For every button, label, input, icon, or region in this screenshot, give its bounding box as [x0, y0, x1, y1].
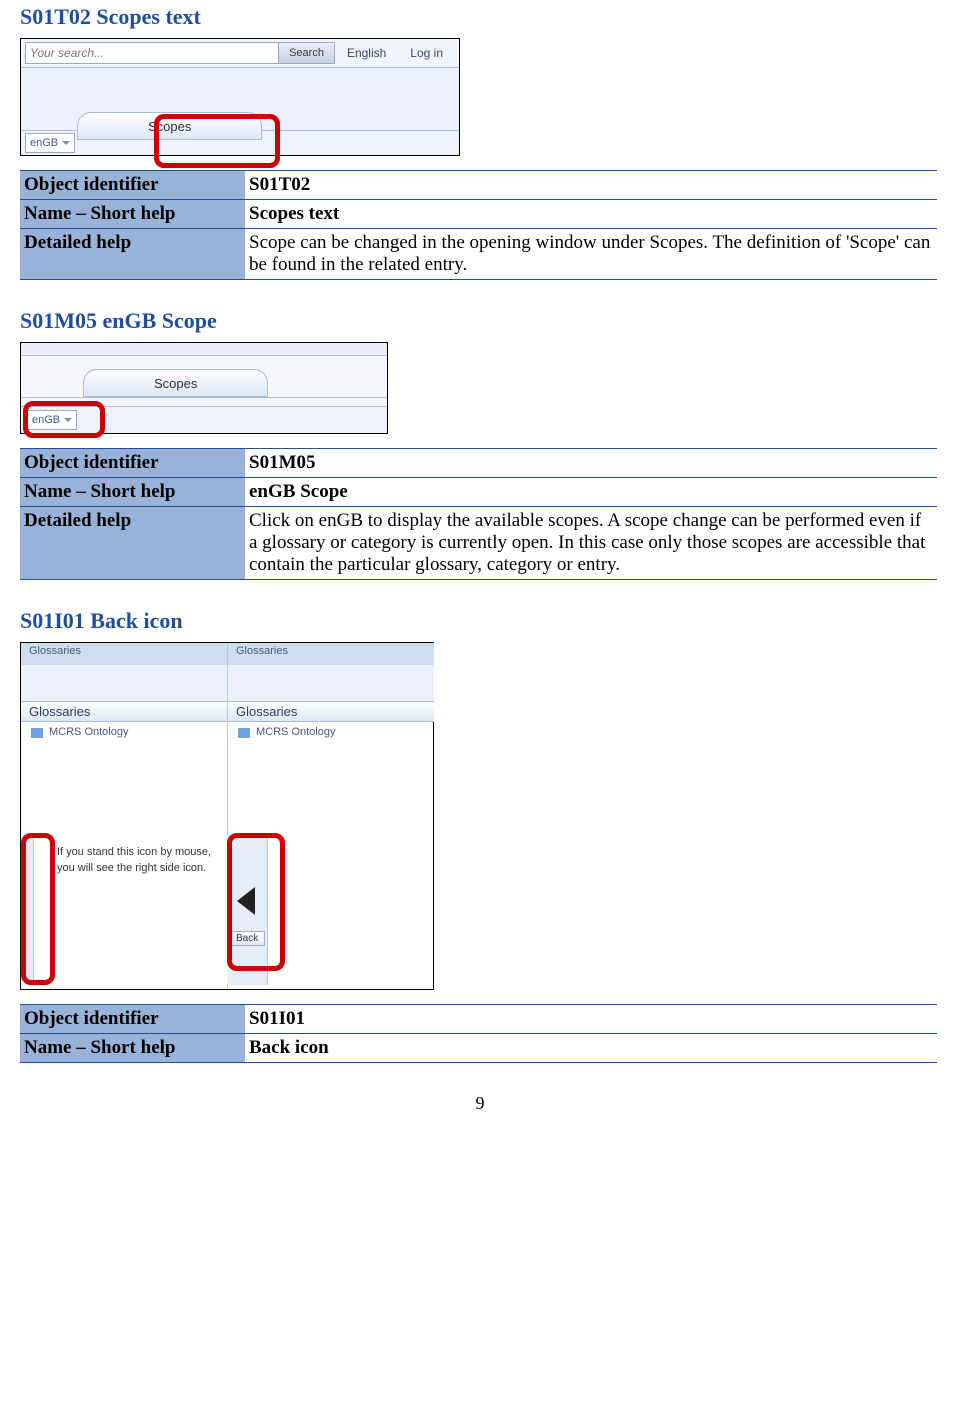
- filler: [21, 665, 227, 701]
- list-item[interactable]: MCRS Ontology: [21, 722, 227, 740]
- screenshot-1: Search English Log in Scopes enGB: [20, 38, 940, 156]
- row-key: Detailed help: [20, 507, 245, 580]
- shot1-toolbar: Search English Log in: [21, 39, 459, 68]
- flag-icon: [238, 728, 250, 738]
- row-value: enGB Scope: [245, 478, 937, 507]
- language-menu[interactable]: English: [335, 46, 398, 60]
- screenshot-2: Scopes enGB: [20, 342, 388, 434]
- engb-dropdown[interactable]: enGB: [25, 133, 75, 153]
- section1-heading: S01T02 Scopes text: [20, 4, 940, 30]
- list-item[interactable]: MCRS Ontology: [228, 722, 434, 740]
- shot3-left-lower: If you stand this icon by mouse, you wil…: [21, 835, 227, 985]
- breadcrumb[interactable]: Glossaries: [21, 643, 227, 665]
- login-link[interactable]: Log in: [398, 46, 455, 60]
- row-value: S01I01: [245, 1005, 937, 1034]
- group-heading: Glossaries: [228, 701, 434, 722]
- engb-label: enGB: [30, 137, 58, 149]
- highlight-box: [21, 833, 55, 985]
- row-key: Object identifier: [20, 1005, 245, 1034]
- section2-table: Object identifier S01M05 Name – Short he…: [20, 448, 937, 580]
- flag-icon: [31, 728, 43, 738]
- shot3-right-lower: Back: [227, 835, 433, 985]
- row-value: Click on enGB to display the available s…: [245, 507, 937, 580]
- chevron-down-icon: [62, 141, 70, 145]
- breadcrumb[interactable]: Glossaries: [228, 643, 434, 665]
- search-field-wrap: Search: [25, 42, 335, 64]
- section2-heading: S01M05 enGB Scope: [20, 308, 940, 334]
- row-value: Scope can be changed in the opening wind…: [245, 229, 937, 280]
- row-value: Back icon: [245, 1034, 937, 1063]
- search-button[interactable]: Search: [278, 43, 334, 63]
- row-value: S01M05: [245, 449, 937, 478]
- row-key: Object identifier: [20, 449, 245, 478]
- highlight-box: [154, 114, 280, 168]
- row-key: Detailed help: [20, 229, 245, 280]
- list-item-label: MCRS Ontology: [49, 726, 128, 738]
- row-key: Name – Short help: [20, 478, 245, 507]
- row-key: Name – Short help: [20, 200, 245, 229]
- highlight-box: [23, 401, 105, 438]
- list-item-label: MCRS Ontology: [256, 726, 335, 738]
- shot2-separator: [21, 397, 387, 398]
- row-value: Scopes text: [245, 200, 937, 229]
- section3-heading: S01I01 Back icon: [20, 608, 940, 634]
- search-input[interactable]: [26, 44, 278, 62]
- row-key: Name – Short help: [20, 1034, 245, 1063]
- section1-table: Object identifier S01T02 Name – Short he…: [20, 170, 937, 280]
- scopes-tab[interactable]: Scopes: [83, 369, 268, 397]
- page-number: 9: [20, 1093, 940, 1114]
- group-heading: Glossaries: [21, 701, 227, 722]
- screenshot-3: Glossaries Glossaries MCRS Ontology Glos…: [20, 642, 434, 990]
- section3-table: Object identifier S01I01 Name – Short he…: [20, 1004, 937, 1063]
- row-key: Object identifier: [20, 171, 245, 200]
- filler: [228, 665, 434, 701]
- row-value: S01T02: [245, 171, 937, 200]
- shot2-header: [21, 343, 387, 356]
- highlight-box: [227, 833, 285, 971]
